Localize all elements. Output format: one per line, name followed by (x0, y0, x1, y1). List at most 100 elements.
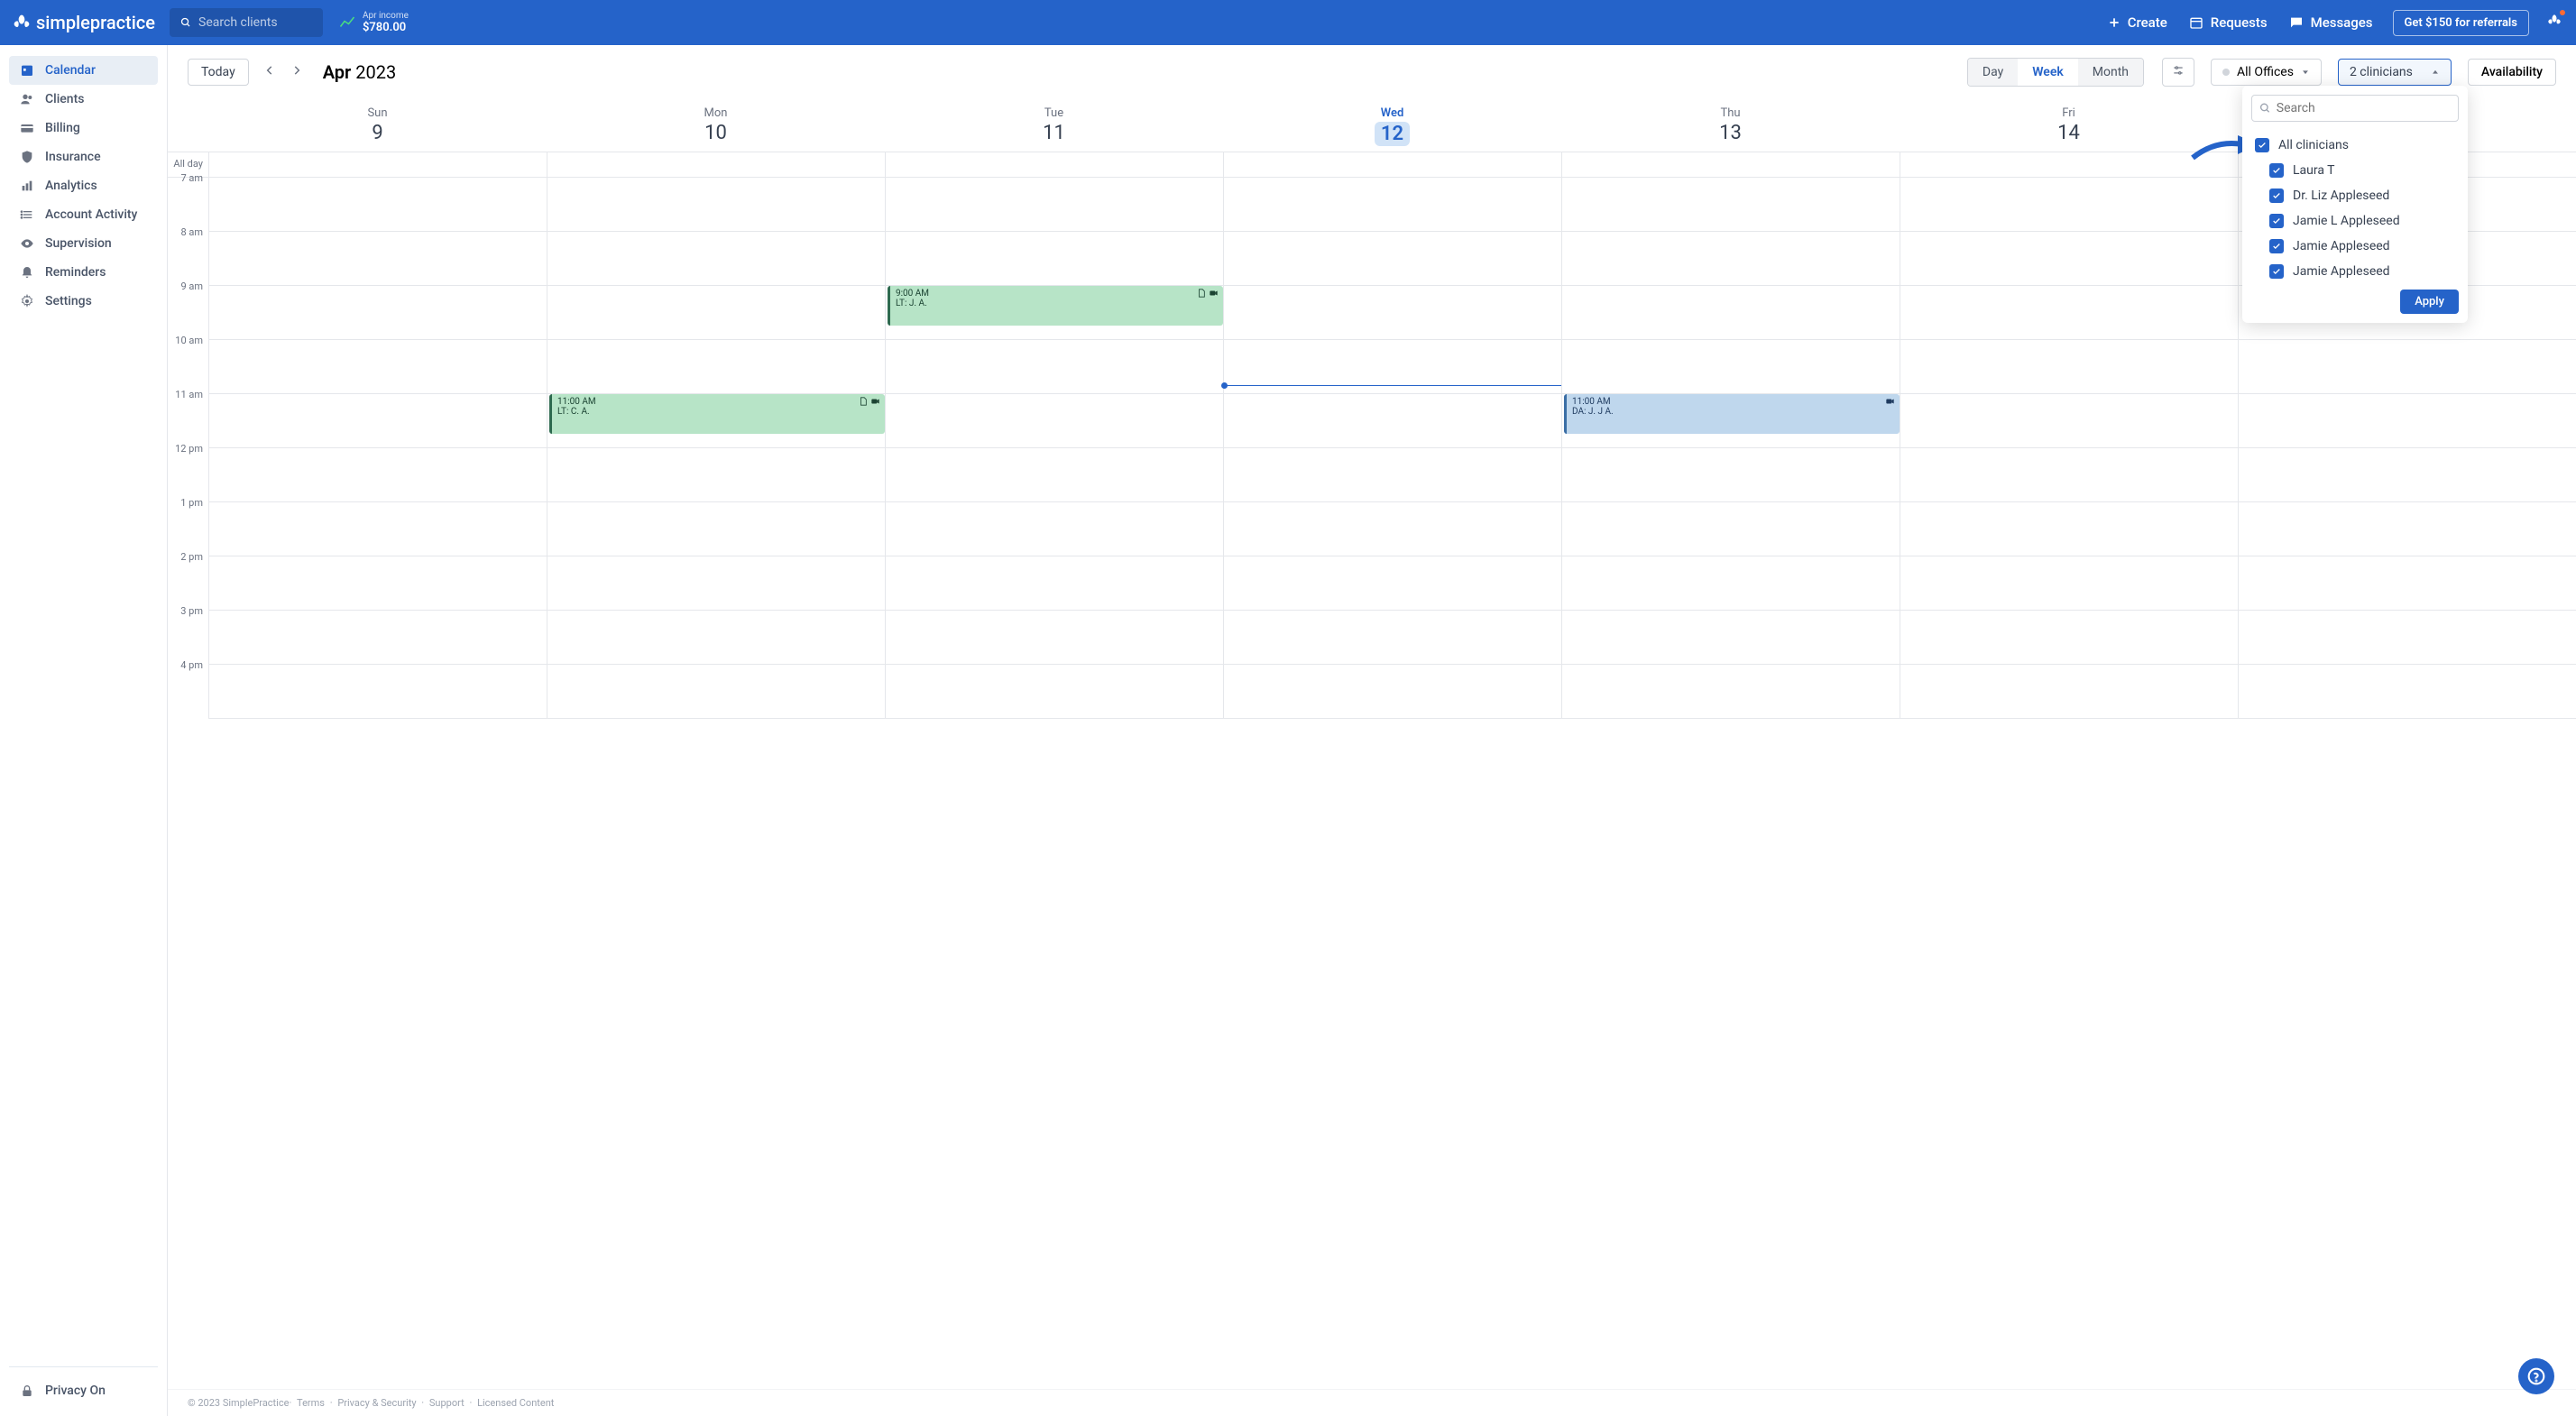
check-all-clinicians[interactable]: All clinicians (2251, 133, 2459, 158)
list-icon (20, 207, 34, 222)
nav-clients[interactable]: Clients (9, 85, 158, 114)
day-header[interactable]: Tue11 (885, 99, 1223, 152)
nav-account-activity[interactable]: Account Activity (9, 200, 158, 229)
footer-link[interactable]: Privacy & Security (337, 1397, 416, 1409)
time-label: 8 am (168, 226, 208, 280)
checkbox-icon (2269, 214, 2284, 228)
clinician-checkbox-row[interactable]: Jamie L Appleseed (2251, 208, 2459, 234)
video-icon (1885, 397, 1895, 406)
footer: © 2023 SimplePractice · Terms · Privacy … (168, 1389, 2576, 1416)
calendar-icon (2189, 15, 2203, 30)
day-column[interactable] (208, 178, 547, 719)
apply-button[interactable]: Apply (2400, 290, 2459, 314)
search-icon (2259, 102, 2271, 115)
time-label: 10 am (168, 335, 208, 389)
lock-icon (20, 1384, 34, 1398)
day-header[interactable]: Fri14 (1900, 99, 2238, 152)
doc-icon (859, 397, 868, 406)
income-widget[interactable]: Apr income $780.00 (339, 11, 409, 34)
search-clients[interactable] (170, 8, 323, 37)
next-week-button[interactable] (285, 59, 308, 86)
today-button[interactable]: Today (188, 59, 249, 86)
office-filter[interactable]: All Offices (2211, 59, 2322, 86)
view-month[interactable]: Month (2078, 59, 2143, 86)
video-icon (870, 397, 880, 406)
clinician-search[interactable] (2251, 95, 2459, 122)
requests-button[interactable]: Requests (2189, 14, 2268, 31)
nav-insurance[interactable]: Insurance (9, 143, 158, 171)
time-label: 12 pm (168, 443, 208, 497)
question-icon (2527, 1367, 2545, 1385)
clinician-checkbox-row[interactable]: Jamie Appleseed (2251, 259, 2459, 284)
availability-button[interactable]: Availability (2468, 59, 2556, 86)
eye-icon (20, 236, 34, 251)
nav-analytics[interactable]: Analytics (9, 171, 158, 200)
plus-icon (2108, 16, 2121, 29)
view-week[interactable]: Week (2018, 59, 2078, 86)
calendar-event[interactable]: 11:00 AMLT: C. A. (549, 394, 885, 434)
day-header[interactable]: Wed12 (1223, 99, 1561, 152)
privacy-toggle[interactable]: Privacy On (9, 1376, 158, 1405)
clinician-checkbox-row[interactable]: Laura T (2251, 158, 2459, 183)
time-label: 9 am (168, 280, 208, 335)
help-button[interactable] (2518, 1358, 2554, 1394)
people-icon (20, 92, 34, 106)
chevron-right-icon (290, 64, 303, 77)
day-header[interactable]: Mon10 (547, 99, 885, 152)
day-header[interactable]: Sun9 (208, 99, 547, 152)
chevron-down-icon (2301, 68, 2310, 77)
shield-icon (20, 150, 34, 164)
current-time-indicator (1224, 385, 1561, 386)
nav-settings[interactable]: Settings (9, 287, 158, 316)
doc-icon (1197, 289, 1206, 298)
create-button[interactable]: Create (2108, 14, 2167, 31)
nav-reminders[interactable]: Reminders (9, 258, 158, 287)
nav-calendar[interactable]: Calendar (9, 56, 158, 85)
clinician-checkbox-row[interactable]: Dr. Liz Appleseed (2251, 183, 2459, 208)
notifications-icon[interactable] (2545, 12, 2563, 33)
bell-icon (20, 265, 34, 280)
day-column[interactable]: 11:00 AMDA: J. J A. (1561, 178, 1900, 719)
clinician-checkbox-row[interactable]: Jamie Appleseed (2251, 234, 2459, 259)
calendar-event[interactable]: 11:00 AMDA: J. J A. (1564, 394, 1900, 434)
footer-link[interactable]: Terms (297, 1397, 325, 1409)
checkbox-icon (2269, 163, 2284, 178)
view-day[interactable]: Day (1968, 59, 2018, 86)
video-icon (1209, 289, 1219, 298)
day-column[interactable]: 9:00 AMLT: J. A. (885, 178, 1223, 719)
calendar-grid[interactable]: 7 am8 am9 am10 am11 am12 pm1 pm2 pm3 pm4… (168, 178, 2576, 719)
brand-logo[interactable]: simplepractice (13, 12, 155, 33)
filter-settings-button[interactable] (2162, 58, 2194, 87)
message-icon (2289, 15, 2304, 30)
checkbox-icon (2269, 239, 2284, 253)
nav-supervision[interactable]: Supervision (9, 229, 158, 258)
sliders-icon (2172, 64, 2185, 77)
search-icon (180, 16, 191, 29)
day-column[interactable] (1223, 178, 1561, 719)
clinician-search-input[interactable] (2277, 101, 2451, 115)
calendar-event[interactable]: 9:00 AMLT: J. A. (888, 286, 1223, 326)
day-column[interactable] (1900, 178, 2238, 719)
chart-icon (20, 179, 34, 193)
checkbox-icon (2255, 138, 2269, 152)
time-label: 2 pm (168, 551, 208, 605)
referral-button[interactable]: Get $150 for referrals (2393, 10, 2529, 36)
income-label: Apr income (363, 11, 409, 21)
office-dot-icon (2222, 69, 2230, 76)
sidebar: Calendar Clients Billing Insurance Analy… (0, 45, 167, 1416)
top-header: simplepractice Apr income $780.00 Create… (0, 0, 2576, 45)
prev-week-button[interactable] (258, 59, 281, 86)
footer-link[interactable]: Licensed Content (477, 1397, 554, 1409)
calendar-content: Today Apr 2023 Day Week Month All Office… (167, 45, 2576, 1416)
day-header[interactable]: Thu13 (1561, 99, 1900, 152)
nav-billing[interactable]: Billing (9, 114, 158, 143)
card-icon (20, 121, 34, 135)
messages-button[interactable]: Messages (2289, 14, 2373, 31)
clinician-filter[interactable]: 2 clinicians (2338, 59, 2452, 86)
calendar-toolbar: Today Apr 2023 Day Week Month All Office… (168, 45, 2576, 99)
day-column[interactable]: 11:00 AMLT: C. A. (547, 178, 885, 719)
search-input[interactable] (198, 15, 312, 30)
brand-name: simplepractice (36, 12, 155, 33)
footer-link[interactable]: Support (429, 1397, 465, 1409)
checkbox-icon (2269, 188, 2284, 203)
